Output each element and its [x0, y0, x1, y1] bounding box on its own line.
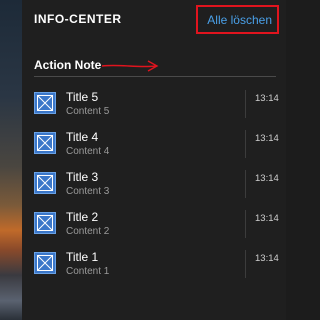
app-tile-icon [34, 172, 56, 194]
notification-title: Title 4 [66, 130, 99, 144]
app-tile-icon [34, 252, 56, 274]
notification-item[interactable]: Title 3 Content 3 13:14 [22, 168, 286, 208]
notification-time: 13:14 [255, 213, 279, 224]
notification-item[interactable]: Title 2 Content 2 13:14 [22, 208, 286, 248]
notification-title: Title 5 [66, 90, 99, 104]
notification-time: 13:14 [255, 173, 279, 184]
action-center-panel: INFO-CENTER Alle löschen Action Note Tit… [22, 0, 286, 320]
notification-item[interactable]: Title 5 Content 5 13:14 [22, 88, 286, 128]
notification-title: Title 3 [66, 170, 99, 184]
notification-item[interactable]: Title 4 Content 4 13:14 [22, 128, 286, 168]
desktop-wallpaper-strip [0, 0, 22, 320]
notification-content: Content 2 [66, 226, 110, 237]
notification-time: 13:14 [255, 253, 279, 264]
app-tile-icon [34, 212, 56, 234]
notification-group-title: Action Note [34, 58, 102, 72]
notification-content: Content 1 [66, 266, 110, 277]
notification-time: 13:14 [255, 133, 279, 144]
notification-content: Content 4 [66, 146, 110, 157]
action-center-title: INFO-CENTER [34, 12, 122, 26]
notification-item[interactable]: Title 1 Content 1 13:14 [22, 248, 286, 288]
notification-separator [245, 210, 246, 238]
notification-content: Content 3 [66, 186, 110, 197]
clear-all-button[interactable]: Alle löschen [196, 5, 279, 34]
notification-content: Content 5 [66, 106, 110, 117]
notification-title: Title 1 [66, 250, 99, 264]
notification-separator [245, 130, 246, 158]
notification-separator [245, 170, 246, 198]
group-divider [34, 76, 276, 77]
annotation-arrow-icon [101, 60, 159, 72]
notification-separator [245, 90, 246, 118]
app-tile-icon [34, 92, 56, 114]
app-tile-icon [34, 132, 56, 154]
notification-time: 13:14 [255, 93, 279, 104]
notification-title: Title 2 [66, 210, 99, 224]
notification-separator [245, 250, 246, 278]
